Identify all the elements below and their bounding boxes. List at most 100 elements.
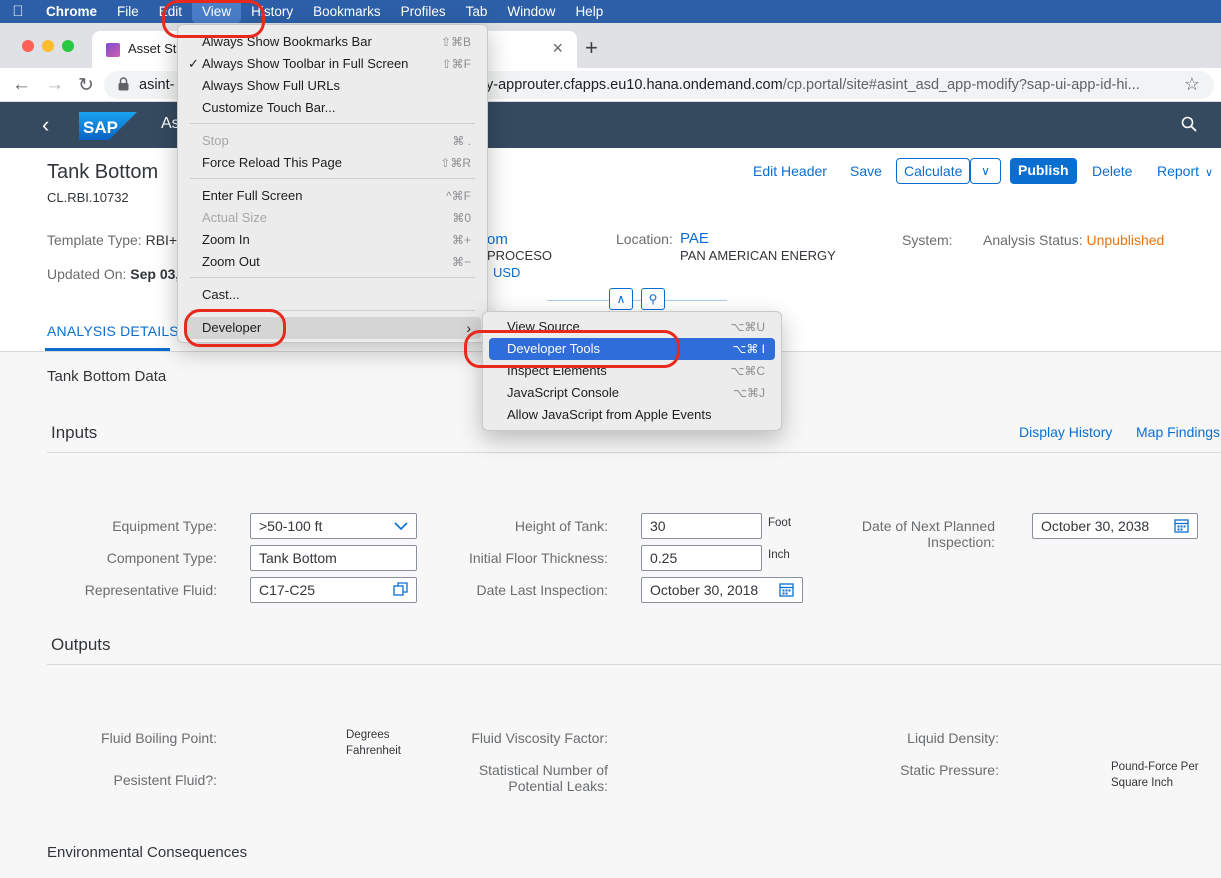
updated-on-field: Updated On: Sep 03, (47, 266, 179, 282)
menu-help[interactable]: Help (565, 0, 613, 23)
location-link[interactable]: PAE (680, 230, 709, 247)
menu-item-enter-full-screen[interactable]: Enter Full Screen ^⌘F (184, 185, 481, 207)
potential-leaks-label-line1: Statistical Number of (478, 762, 608, 778)
menu-item-touch-bar[interactable]: Customize Touch Bar... (184, 97, 481, 119)
annotation-ring-developer-tools (464, 330, 680, 368)
section-title: Tank Bottom Data (47, 368, 167, 385)
menu-file[interactable]: File (107, 0, 149, 23)
inputs-divider (47, 452, 1221, 453)
date-next-inspection-picker[interactable]: October 30, 2038 (1032, 513, 1198, 539)
apple-icon[interactable]:  (0, 3, 36, 20)
tab-analysis-details[interactable]: ANALYSIS DETAILS (47, 323, 179, 339)
forward-arrow-icon[interactable]: → (45, 74, 64, 96)
calendar-icon[interactable] (779, 582, 794, 597)
boiling-unit-line1: Degrees (346, 729, 390, 741)
calculate-menu-button[interactable]: ∨ (970, 158, 1001, 184)
date-last-inspection-picker[interactable]: October 30, 2018 (641, 577, 803, 603)
annotation-ring-developer (184, 309, 286, 347)
initial-floor-thickness-input[interactable]: 0.25 (641, 545, 762, 571)
menu-window[interactable]: Window (497, 0, 565, 23)
date-next-inspection-label-line1: Date of Next Planned (861, 518, 995, 534)
persistent-fluid-label: Pesistent Fluid?: (113, 772, 218, 788)
fluid-boiling-point-label: Fluid Boiling Point: (101, 730, 217, 746)
menu-item-shortcut: ⌘0 (452, 211, 471, 225)
pin-icon[interactable]: ⚲ (641, 288, 665, 310)
plant-link[interactable]: om (487, 231, 508, 248)
menu-tab[interactable]: Tab (456, 0, 498, 23)
date-last-inspection-label: Date Last Inspection: (476, 582, 608, 598)
reload-icon[interactable]: ↻ (78, 74, 94, 97)
search-icon[interactable] (1181, 116, 1197, 132)
representative-fluid-field[interactable]: C17-C25 (250, 577, 417, 603)
boiling-point-unit: Degrees Fahrenheit (346, 727, 401, 759)
representative-fluid-label: Representative Fluid: (84, 582, 217, 598)
minimize-window-button[interactable] (42, 40, 54, 52)
menu-item-toolbar-full-screen[interactable]: ✓ Always Show Toolbar in Full Screen ⇧⌘F (184, 53, 481, 75)
collapse-icon[interactable]: ∧ (609, 288, 633, 310)
zoom-window-button[interactable] (62, 40, 74, 52)
url-path: /cp.portal/site#asint_asd_app-modify?sap… (782, 77, 1140, 93)
map-findings-link[interactable]: Map Findings (1136, 424, 1220, 440)
template-type-label: Template Type: (47, 232, 142, 248)
menu-item-shortcut: ⇧⌘F (441, 57, 471, 71)
menu-item-shortcut: ⌥⌘J (733, 386, 765, 400)
svg-text:SAP: SAP (83, 118, 118, 137)
close-window-button[interactable] (22, 40, 34, 52)
menu-item-shortcut: ⌥⌘C (730, 364, 766, 378)
outputs-title: Outputs (51, 635, 111, 654)
delete-button[interactable]: Delete (1092, 163, 1132, 179)
chevron-down-icon (394, 522, 408, 531)
updated-on-value: Sep 03, (130, 266, 180, 282)
menu-bookmarks[interactable]: Bookmarks (303, 0, 391, 23)
component-type-field[interactable]: Tank Bottom (250, 545, 417, 571)
back-arrow-icon[interactable]: ← (12, 74, 31, 96)
sap-logo[interactable]: SAP (79, 112, 137, 140)
page-subtitle: CL.RBI.10732 (47, 190, 129, 205)
analysis-status-label: Analysis Status: (983, 232, 1083, 248)
height-of-tank-value: 30 (650, 518, 666, 534)
menu-item-allow-javascript[interactable]: Allow JavaScript from Apple Events (489, 404, 775, 426)
date-next-inspection-value: October 30, 2038 (1041, 518, 1150, 534)
potential-leaks-label-line2: Potential Leaks: (508, 778, 608, 794)
menu-item-force-reload[interactable]: Force Reload This Page ⇧⌘R (184, 152, 481, 174)
template-type-value: RBI+ (145, 232, 178, 248)
publish-button[interactable]: Publish (1010, 158, 1077, 184)
calendar-icon[interactable] (1174, 518, 1189, 533)
menu-item-zoom-out[interactable]: Zoom Out ⌘− (184, 251, 481, 273)
menu-item-shortcut: ^⌘F (446, 189, 471, 203)
menu-profiles[interactable]: Profiles (391, 0, 456, 23)
menu-item-cast[interactable]: Cast... (184, 284, 481, 306)
menu-item-javascript-console[interactable]: JavaScript Console ⌥⌘J (489, 382, 775, 404)
menu-item-label: Stop (202, 133, 229, 148)
menu-item-shortcut: ⌘ . (452, 134, 471, 148)
back-navigation-icon[interactable]: ‹ (42, 112, 49, 138)
height-of-tank-input[interactable]: 30 (641, 513, 762, 539)
edit-header-button[interactable]: Edit Header (753, 163, 827, 179)
header-divider (547, 300, 727, 301)
calculate-button[interactable]: Calculate (896, 158, 971, 184)
favicon-icon (106, 43, 120, 57)
view-menu: Always Show Bookmarks Bar ⇧⌘B ✓ Always Sho… (177, 24, 488, 343)
fluid-viscosity-factor-label: Fluid Viscosity Factor: (471, 730, 608, 746)
menu-item-full-urls[interactable]: Always Show Full URLs (184, 75, 481, 97)
menu-item-label: Actual Size (202, 210, 268, 225)
report-button[interactable]: Report ∨ (1157, 163, 1213, 179)
location-description: PAN AMERICAN ENERGY (680, 248, 836, 263)
display-history-link[interactable]: Display History (1019, 424, 1112, 440)
save-button[interactable]: Save (850, 163, 882, 179)
menu-item-label: Always Show Toolbar in Full Screen (202, 56, 409, 71)
currency-link[interactable]: USD (493, 265, 520, 280)
close-tab-icon[interactable]: × (552, 38, 563, 59)
new-tab-icon[interactable]: + (585, 35, 598, 61)
menu-separator (190, 277, 475, 278)
menu-chrome[interactable]: Chrome (36, 0, 107, 23)
value-help-icon[interactable] (393, 582, 408, 597)
date-next-inspection-label-line2: Inspection: (927, 534, 995, 550)
equipment-type-select[interactable]: >50-100 ft (250, 513, 417, 539)
pressure-unit-line2: Square Inch (1111, 777, 1174, 789)
menu-item-shortcut: ⇧⌘R (440, 156, 471, 170)
star-icon[interactable]: ☆ (1184, 74, 1200, 95)
menu-item-zoom-in[interactable]: Zoom In ⌘+ (184, 229, 481, 251)
initial-floor-thickness-value: 0.25 (650, 550, 678, 566)
menu-item-label: Zoom Out (202, 254, 260, 269)
